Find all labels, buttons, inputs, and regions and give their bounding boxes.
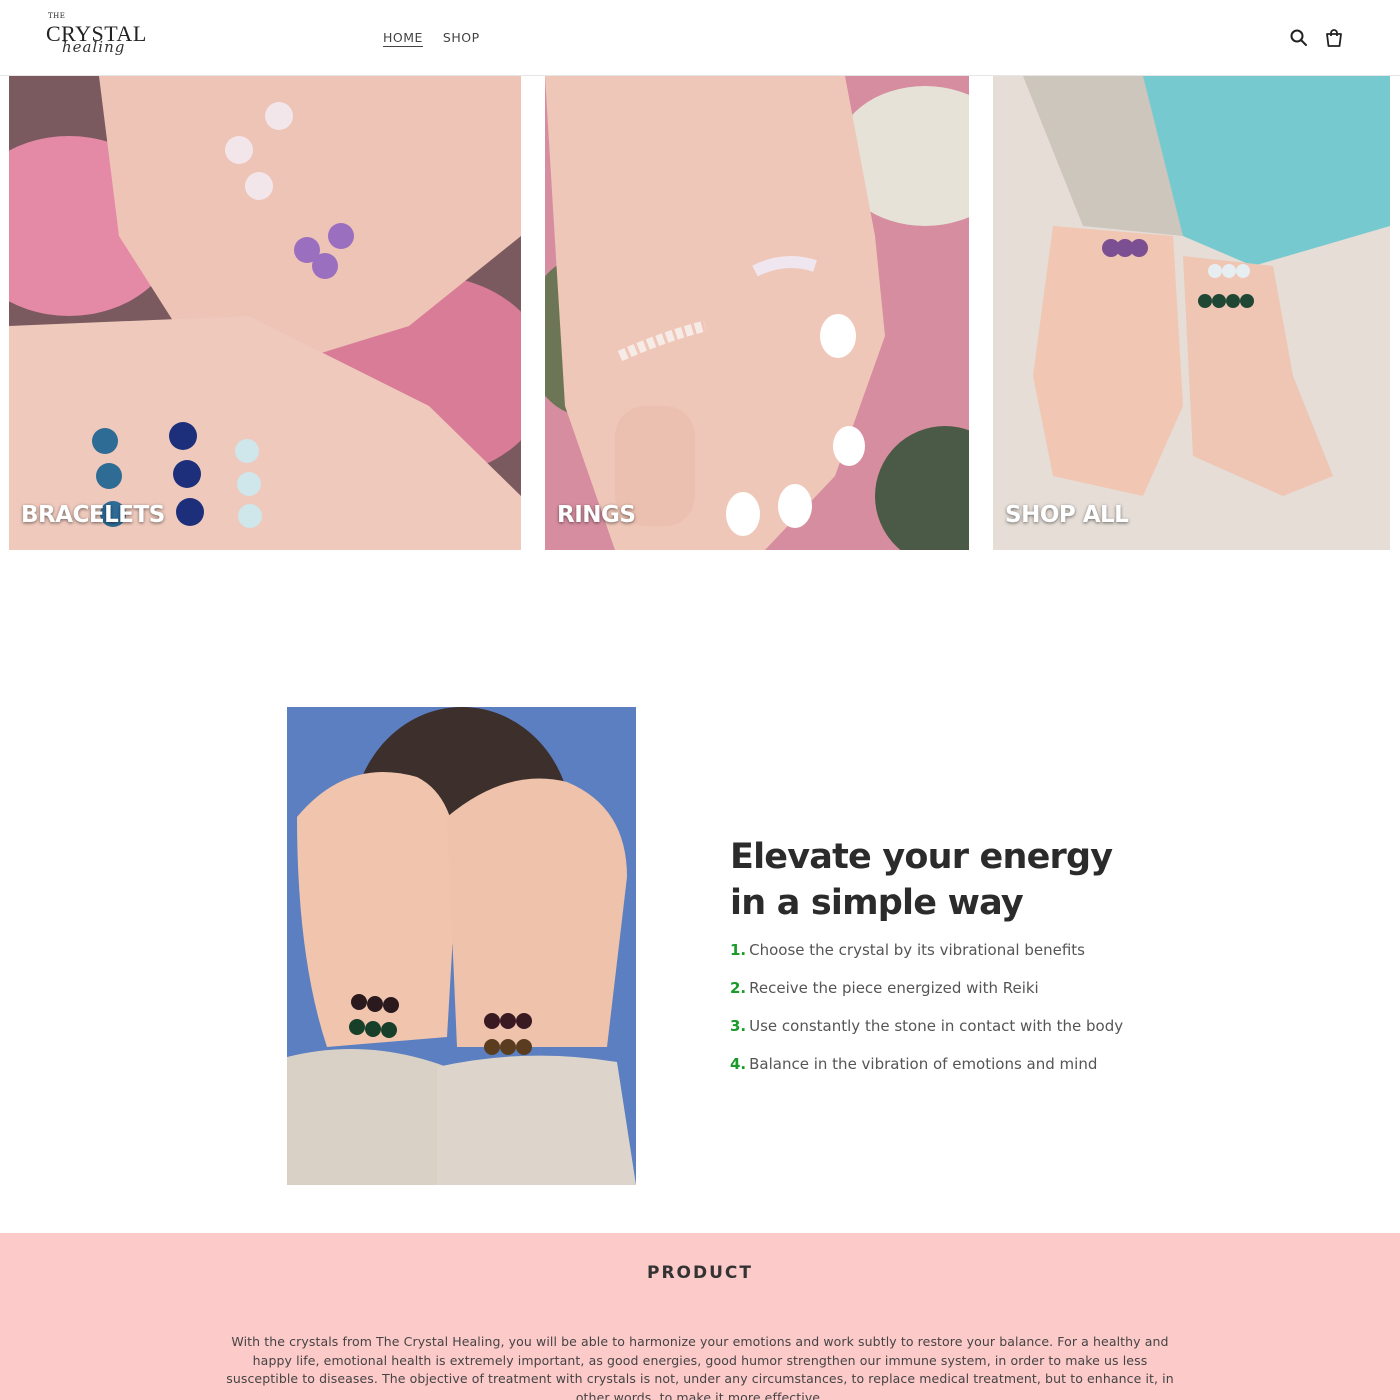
logo-the: THE xyxy=(48,12,66,20)
step-number: 3. xyxy=(730,1017,747,1035)
feature-steps: 1. Choose the crystal by its vibrational … xyxy=(730,938,1123,1090)
feature-image xyxy=(287,707,636,1185)
logo-healing: healing xyxy=(62,38,126,56)
main-nav: HOME SHOP xyxy=(383,30,480,45)
step-item: 3. Use constantly the stone in contact wi… xyxy=(730,1014,1123,1052)
cart-icon[interactable] xyxy=(1324,28,1344,48)
product-section: PRODUCT With the crystals from The Cryst… xyxy=(0,1233,1400,1400)
step-item: 1. Choose the crystal by its vibrational … xyxy=(730,938,1123,976)
tile-label-bracelets: BRACELETS xyxy=(21,502,165,528)
hands-with-bracelets-photo xyxy=(287,707,636,1185)
step-item: 2. Receive the piece energized with Reiki xyxy=(730,976,1123,1014)
rings-photo xyxy=(545,76,969,550)
step-text: Use constantly the stone in contact with… xyxy=(749,1017,1124,1035)
step-number: 1. xyxy=(730,941,747,959)
collection-tile-bracelets[interactable]: BRACELETS xyxy=(9,76,521,550)
step-item: 4. Balance in the vibration of emotions a… xyxy=(730,1052,1123,1090)
step-number: 4. xyxy=(730,1055,747,1073)
bracelets-photo xyxy=(9,76,521,550)
nav-home[interactable]: HOME xyxy=(383,30,423,45)
collection-tile-rings[interactable]: RINGS xyxy=(545,76,969,550)
search-icon[interactable] xyxy=(1289,28,1309,48)
site-logo[interactable]: THE CRYSTAL healing xyxy=(46,10,156,66)
step-number: 2. xyxy=(730,979,747,997)
step-text: Choose the crystal by its vibrational be… xyxy=(749,941,1085,959)
tile-label-shop-all: SHOP ALL xyxy=(1005,502,1129,528)
collection-tile-shop-all[interactable]: SHOP ALL xyxy=(993,76,1390,550)
nav-shop[interactable]: SHOP xyxy=(443,30,480,45)
site-header: THE CRYSTAL healing HOME SHOP xyxy=(0,0,1400,76)
step-text: Balance in the vibration of emotions and… xyxy=(749,1055,1098,1073)
product-title: PRODUCT xyxy=(647,1263,753,1283)
feature-title: Elevate your energy in a simple way xyxy=(730,837,1113,923)
tile-label-rings: RINGS xyxy=(557,502,636,528)
product-description: With the crystals from The Crystal Heali… xyxy=(226,1334,1174,1400)
step-text: Receive the piece energized with Reiki xyxy=(749,979,1039,997)
shop-all-photo xyxy=(993,76,1390,550)
